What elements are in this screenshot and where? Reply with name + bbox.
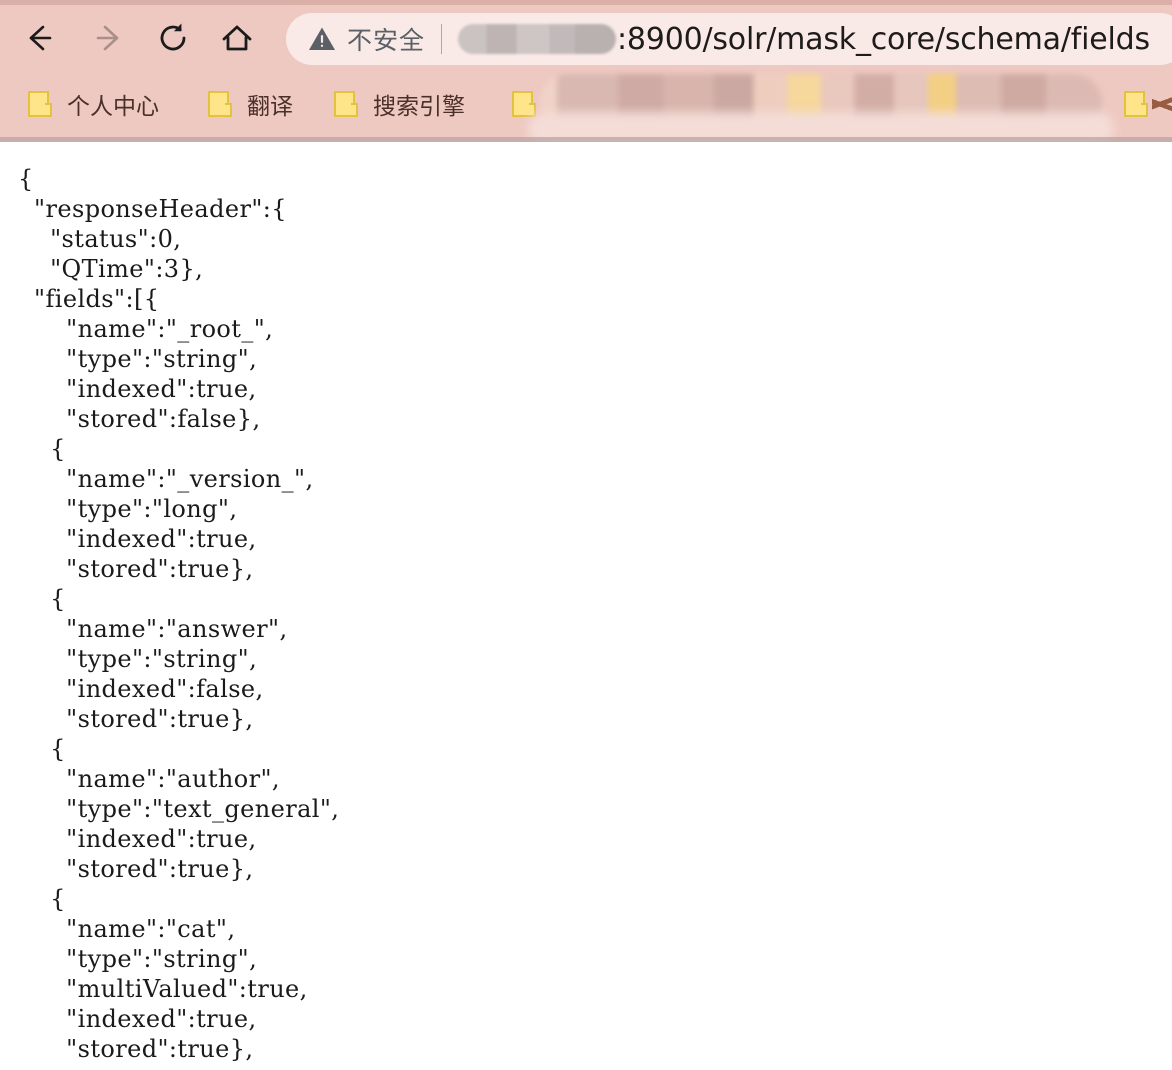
bookmark-item-search-engine[interactable]: 搜索引擎	[334, 80, 465, 128]
raw-json-response: { "responseHeader":{ "status":0, "QTime"…	[18, 165, 340, 1063]
arrow-right-icon	[92, 21, 126, 55]
omnibox-divider	[441, 24, 443, 54]
url-text[interactable]: :8900/solr/mask_core/schema/fields	[458, 22, 1172, 57]
home-button[interactable]	[212, 13, 262, 63]
bookmark-overflow-icon[interactable]	[1152, 88, 1172, 122]
security-status-label: 不安全	[347, 26, 426, 55]
bookmark-page-icon	[334, 90, 358, 118]
url-path-text: :8900/solr/mask_core/schema/fields	[617, 21, 1150, 57]
arrow-left-icon	[22, 21, 56, 55]
forward-button[interactable]	[84, 13, 134, 63]
bookmark-label: 个人中心	[67, 94, 159, 120]
warning-triangle-icon	[308, 26, 336, 52]
bookmark-item-personal-center[interactable]: 个人中心	[28, 80, 159, 128]
address-bar[interactable]: 不安全 :8900/solr/mask_core/schema/fields	[286, 13, 1172, 65]
bookmark-label: 翻译	[247, 94, 293, 120]
home-icon	[220, 21, 254, 55]
bookmark-page-icon	[1124, 90, 1148, 118]
reload-button[interactable]	[148, 13, 198, 63]
security-status[interactable]: 不安全	[308, 21, 425, 57]
bookmark-item-translate[interactable]: 翻译	[208, 80, 293, 128]
reload-icon	[156, 21, 190, 55]
browser-toolbar: 不安全 :8900/solr/mask_core/schema/fields	[0, 5, 1172, 71]
bookmark-label: 搜索引擎	[373, 94, 465, 120]
url-host-redacted	[458, 24, 617, 54]
browser-chrome: 不安全 :8900/solr/mask_core/schema/fields 个…	[0, 0, 1172, 142]
bookmark-page-icon	[512, 90, 536, 118]
bookmark-page-icon	[28, 90, 52, 118]
back-button[interactable]	[14, 13, 64, 63]
bookmark-page-icon	[208, 90, 232, 118]
page-content: { "responseHeader":{ "status":0, "QTime"…	[0, 142, 1172, 1070]
